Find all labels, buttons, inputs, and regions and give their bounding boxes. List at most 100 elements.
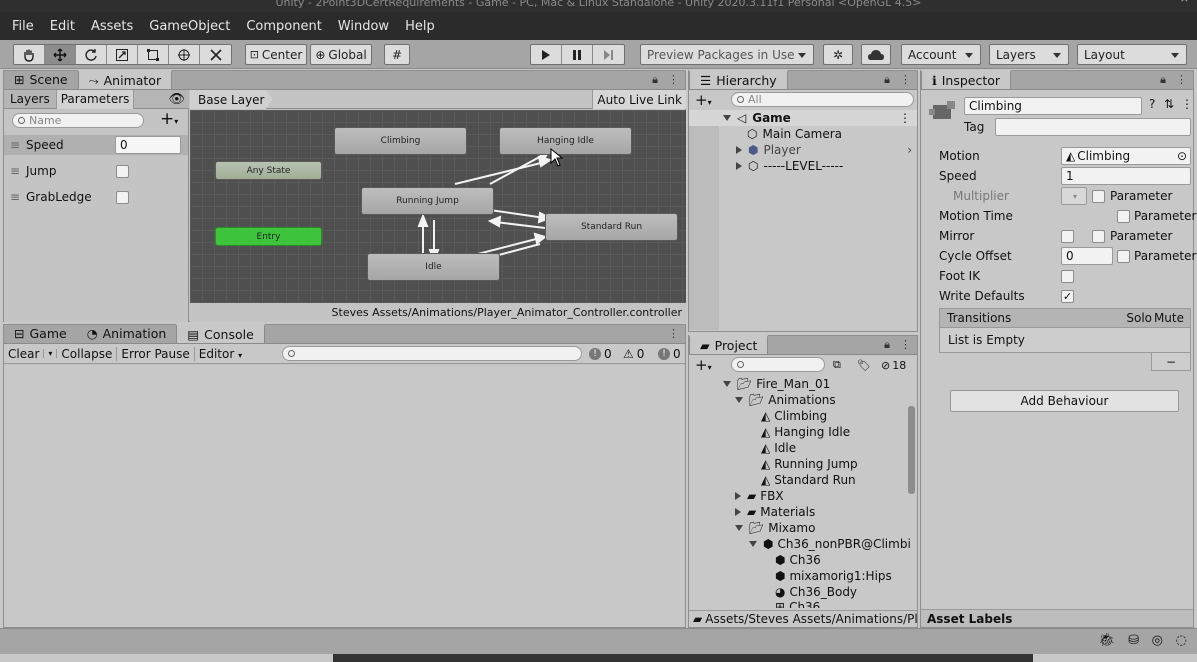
parameter-row[interactable]: ≡ GrabLedge xyxy=(4,187,188,207)
tab-parameters[interactable]: Parameters xyxy=(55,89,135,109)
pause-icon[interactable] xyxy=(562,45,593,64)
rotate-icon[interactable] xyxy=(76,45,107,64)
clear-button[interactable]: Clear xyxy=(4,347,43,361)
context-menu-icon[interactable]: ⋮ xyxy=(1181,97,1193,111)
menu-icon[interactable]: ⋮ xyxy=(1176,73,1187,87)
motion-field[interactable]: ◭ Climbing ⊙ xyxy=(1061,147,1191,165)
project-anim-running-jump[interactable]: ◭ Running Jump xyxy=(761,456,858,472)
collapse-button[interactable]: Collapse xyxy=(57,346,118,361)
tab-layers[interactable]: Layers xyxy=(4,90,56,109)
object-picker-icon[interactable]: ⊙ xyxy=(1177,149,1187,163)
state-standard-run[interactable]: Standard Run xyxy=(545,213,678,241)
chevron-right-icon[interactable]: › xyxy=(907,143,912,157)
menu-window[interactable]: Window xyxy=(330,19,397,34)
transform-icon[interactable] xyxy=(169,45,200,64)
state-climbing[interactable]: Climbing xyxy=(334,127,467,155)
menu-component[interactable]: Component xyxy=(238,19,329,34)
tab-project[interactable]: ▰ Project xyxy=(689,335,769,354)
console-search-input[interactable] xyxy=(282,346,582,361)
state-graph[interactable]: Climbing Hanging Idle Any State Running … xyxy=(190,110,686,303)
project-anim-hanging-idle[interactable]: ◭ Hanging Idle xyxy=(761,424,850,440)
search-by-label-icon[interactable]: 🏷︎ xyxy=(857,359,871,372)
scene-row-game[interactable]: ◁ Game ⋮ xyxy=(689,110,917,126)
hierarchy-item-main-camera[interactable]: ⬡ Main Camera xyxy=(747,126,842,142)
project-scrollbar[interactable] xyxy=(908,404,916,604)
scrollbar-thumb[interactable] xyxy=(908,406,915,494)
step-icon[interactable] xyxy=(593,45,624,64)
hand-icon[interactable] xyxy=(14,45,45,64)
search-by-type-icon[interactable]: ⧉ xyxy=(833,358,841,372)
console-log-area[interactable] xyxy=(4,365,685,627)
state-hanging-idle[interactable]: Hanging Idle xyxy=(499,127,632,155)
menu-icon[interactable]: ⋮ xyxy=(668,327,679,340)
project-folder-fbx[interactable]: ▰ FBX xyxy=(735,488,784,504)
tab-animation[interactable]: ◔ Animation xyxy=(77,324,177,343)
bug-icon[interactable]: 🐞︎ xyxy=(1098,633,1115,648)
cycle-offset-parameter-checkbox[interactable] xyxy=(1117,250,1130,263)
hidden-packages-toggle[interactable]: ⊘ 18 xyxy=(881,359,906,372)
project-anim-idle[interactable]: ◭ Idle xyxy=(761,440,796,456)
create-asset-button[interactable]: +▾ xyxy=(689,356,712,374)
tab-game[interactable]: ⊟ Game xyxy=(4,324,77,343)
pivot-global-toggle[interactable]: ⊕ Global xyxy=(310,44,372,65)
mirror-parameter-checkbox[interactable] xyxy=(1092,230,1105,243)
cloud-button[interactable] xyxy=(861,44,891,65)
tab-console[interactable]: ▤ Console xyxy=(176,324,265,343)
menu-file[interactable]: File xyxy=(4,19,42,34)
custom-tool-icon[interactable] xyxy=(200,45,231,64)
editor-dropdown[interactable]: Editor ▾ xyxy=(195,347,246,361)
auto-live-link-button[interactable]: Auto Live Link xyxy=(592,90,686,109)
menu-gameobject[interactable]: GameObject xyxy=(141,19,238,34)
menu-assets[interactable]: Assets xyxy=(83,19,141,34)
project-sub-ch36-body[interactable]: ◕ Ch36_Body xyxy=(775,584,857,600)
motion-time-parameter-checkbox[interactable] xyxy=(1117,210,1130,223)
project-sub-mixamorig[interactable]: ⬢ mixamorig1:Hips xyxy=(775,568,892,584)
close-window-icon[interactable]: × xyxy=(1180,0,1189,4)
tab-scene[interactable]: ⊞ Scene xyxy=(4,70,78,89)
project-sub-ch36[interactable]: ⬢ Ch36 xyxy=(775,552,821,568)
project-model-ch36-nonpbr[interactable]: ⬢ Ch36_nonPBR@Climbi xyxy=(749,536,911,552)
add-parameter-button[interactable]: +▾ xyxy=(160,109,178,129)
info-count-toggle[interactable]: ! 0 xyxy=(589,347,612,361)
tab-hierarchy[interactable]: ☰ Hierarchy xyxy=(689,70,788,89)
eye-icon[interactable]: 👁︎ xyxy=(168,92,185,107)
pivot-center-toggle[interactable]: ⊡ Center xyxy=(245,44,307,65)
project-anim-standard-run[interactable]: ◭ Standard Run xyxy=(761,472,856,488)
remove-transition-button[interactable]: − xyxy=(1151,353,1191,371)
project-folder-mixamo[interactable]: 📂︎ Mixamo xyxy=(735,520,815,536)
menu-icon[interactable]: ⋮ xyxy=(900,73,911,87)
grid-snap-button[interactable]: # xyxy=(384,44,410,65)
state-any-state[interactable]: Any State xyxy=(215,161,322,180)
hierarchy-item-level[interactable]: ⬡ -----LEVEL----- xyxy=(736,158,843,174)
jump-trigger-checkbox[interactable] xyxy=(116,165,129,178)
tag-field[interactable] xyxy=(995,118,1191,136)
play-icon[interactable] xyxy=(531,45,562,64)
multiplier-dropdown[interactable]: ▾ xyxy=(1061,187,1087,205)
speed-param-value[interactable]: 0 xyxy=(115,136,181,154)
move-icon[interactable] xyxy=(45,45,76,64)
scene-menu-icon[interactable]: ⋮ xyxy=(899,111,911,125)
breadcrumb-base-layer[interactable]: Base Layer xyxy=(190,90,273,109)
cache-server-icon[interactable]: ⛁ xyxy=(1128,633,1139,648)
menu-icon[interactable]: ⋮ xyxy=(900,338,911,352)
clear-options-dropdown[interactable]: ▾ xyxy=(43,349,58,358)
project-anim-climbing[interactable]: ◭ Climbing xyxy=(761,408,827,424)
menu-edit[interactable]: Edit xyxy=(42,19,83,34)
warning-count-toggle[interactable]: ⚠ 0 xyxy=(623,347,644,361)
project-folder-materials[interactable]: ▰ Materials xyxy=(735,504,815,520)
auto-generate-lighting-icon[interactable]: ◎ xyxy=(1152,633,1163,648)
menu-help[interactable]: Help xyxy=(397,19,443,34)
layout-dropdown[interactable]: Layout xyxy=(1077,44,1187,65)
lock-icon[interactable]: 🔒︎ xyxy=(652,73,658,87)
write-defaults-checkbox[interactable]: ✓ xyxy=(1061,290,1074,303)
cycle-offset-field[interactable]: 0 xyxy=(1061,247,1113,265)
error-pause-button[interactable]: Error Pause xyxy=(117,346,195,361)
layers-dropdown[interactable]: Layers xyxy=(989,44,1069,65)
grabledge-trigger-checkbox[interactable] xyxy=(116,191,129,204)
help-icon[interactable]: ? xyxy=(1149,97,1155,111)
state-idle[interactable]: Idle xyxy=(367,253,500,281)
state-name-field[interactable]: Climbing xyxy=(964,97,1142,115)
state-entry[interactable]: Entry xyxy=(215,227,322,246)
parameter-search-input[interactable]: Name xyxy=(12,113,144,128)
multiplier-parameter-checkbox[interactable] xyxy=(1092,190,1105,203)
